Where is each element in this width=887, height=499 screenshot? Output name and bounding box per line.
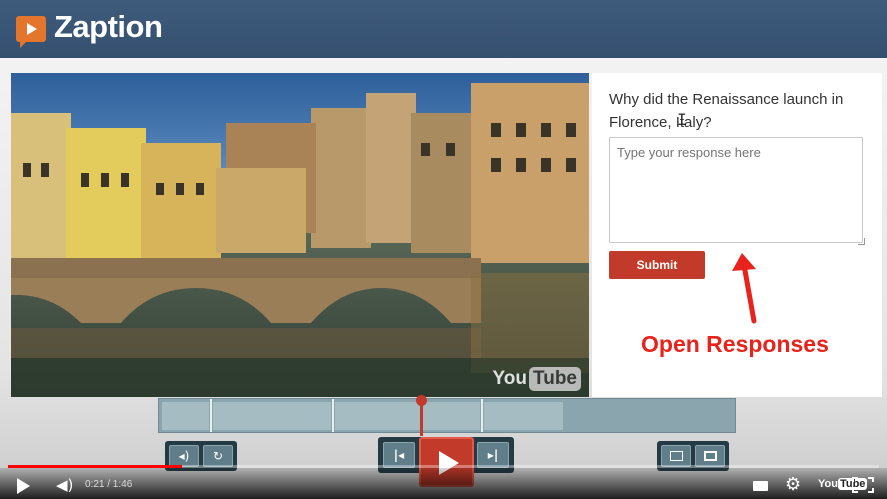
fullscreen-icon[interactable]	[852, 477, 874, 493]
timeline-segment	[335, 402, 480, 430]
response-textarea[interactable]	[609, 137, 863, 243]
video-frame[interactable]: You Tube	[11, 73, 589, 397]
question-marker[interactable]	[210, 399, 212, 432]
resize-grip-icon[interactable]	[858, 238, 865, 245]
timeline-segment	[213, 402, 331, 430]
replay-icon[interactable]: ↻	[203, 445, 233, 467]
question-text: Why did the Renaissance launch in Floren…	[609, 91, 844, 131]
youtube-controls-bar: ◀) 0:21 / 1:46 ⚙ You Tube	[0, 468, 887, 499]
question-marker[interactable]	[481, 399, 483, 432]
playhead-handle[interactable]	[416, 395, 427, 406]
youtube-watermark: You Tube	[493, 367, 581, 391]
youtube-volume-icon[interactable]: ◀)	[56, 476, 73, 494]
question-marker[interactable]	[332, 399, 334, 432]
timeline-segment	[162, 402, 209, 430]
annotation-label: Open Responses	[641, 331, 829, 357]
timeline-segment	[484, 402, 563, 430]
captions-icon[interactable]	[753, 481, 768, 491]
youtube-logo-you: You	[818, 478, 838, 490]
submit-button[interactable]: Submit	[609, 251, 705, 279]
zaption-logo-icon	[16, 16, 46, 48]
expand-icon[interactable]	[695, 445, 725, 467]
youtube-play-icon[interactable]	[17, 478, 30, 494]
gear-icon[interactable]: ⚙	[785, 474, 801, 495]
watermark-you: You	[492, 368, 528, 389]
layout-icon[interactable]	[661, 445, 691, 467]
brand-name: Zaption	[54, 9, 163, 44]
zaption-timeline[interactable]	[158, 398, 736, 433]
watermark-tube: Tube	[529, 367, 581, 391]
volume-icon[interactable]: ◂)	[169, 445, 199, 467]
florence-bridge-video-still	[11, 73, 589, 397]
text-cursor-icon: I	[677, 110, 687, 129]
youtube-time: 0:21 / 1:46	[85, 479, 133, 490]
annotation-arrow-icon	[732, 253, 757, 324]
header-bar: Zaption	[0, 0, 887, 58]
